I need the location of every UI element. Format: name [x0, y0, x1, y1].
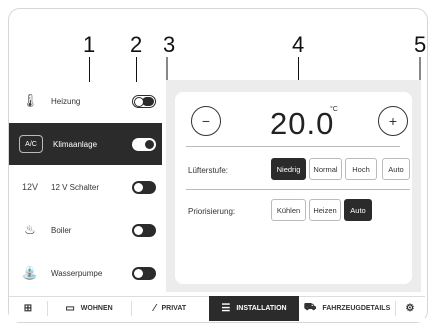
- priority-label: Priorisierung:: [188, 207, 236, 216]
- sidebar-item-label: 12 V Schalter: [51, 182, 100, 192]
- van-icon: ⛟: [303, 302, 317, 313]
- sidebar-item-label: Klimaanlage: [53, 139, 98, 149]
- boiler-toggle[interactable]: [132, 223, 156, 237]
- priority-option-heizen[interactable]: Heizen: [309, 199, 341, 221]
- faucet-icon: ⛲: [21, 265, 39, 280]
- sidebar-item-heizung[interactable]: 🌡 Heizung: [9, 80, 162, 122]
- nav-settings[interactable]: ⚙: [395, 296, 425, 321]
- thermometer-icon: 🌡: [21, 93, 39, 108]
- temperature-decrease-button[interactable]: −: [191, 106, 221, 136]
- callout-1: 1: [83, 32, 96, 57]
- sofa-icon: ▭: [65, 303, 75, 314]
- sidebar-item-label: Boiler: [51, 225, 72, 235]
- callout-4: 4: [292, 32, 305, 57]
- installation-icon: ☰: [221, 303, 231, 314]
- nav-wohnen[interactable]: ▭ WOHNEN: [47, 296, 131, 321]
- fan-option-auto[interactable]: Auto: [382, 158, 410, 180]
- nav-fahrzeugdetails[interactable]: ⛟ FAHRZEUGDETAILS: [299, 296, 395, 321]
- gear-icon: ⚙: [405, 303, 415, 314]
- fan-option-niedrig[interactable]: Niedrig: [271, 158, 306, 180]
- temperature-value: 20.0: [270, 106, 335, 141]
- sidebar-item-klimaanlage[interactable]: A/C Klimaanlage: [9, 123, 162, 165]
- callout-3: 3: [163, 32, 176, 57]
- 12v-schalter-toggle[interactable]: [132, 180, 156, 194]
- callout-2: 2: [130, 32, 143, 57]
- sidebar-item-12v-schalter[interactable]: 12V 12 V Schalter: [9, 166, 162, 208]
- fan-option-hoch[interactable]: Hoch: [345, 158, 377, 180]
- nav-label: INSTALLATION: [236, 305, 287, 312]
- flame-icon: ♨: [24, 222, 36, 237]
- heizung-toggle[interactable]: [132, 94, 156, 108]
- ac-icon: A/C: [19, 135, 43, 153]
- sidebar-item-label: Wasserpumpe: [51, 268, 103, 278]
- temperature-increase-button[interactable]: +: [378, 106, 408, 136]
- nav-privat[interactable]: ⁄ PRIVAT: [131, 296, 209, 321]
- priority-option-auto[interactable]: Auto: [344, 199, 372, 221]
- wasserpumpe-toggle[interactable]: [132, 266, 156, 280]
- sidebar-item-boiler[interactable]: ♨ Boiler: [9, 209, 162, 251]
- nav-home-grid[interactable]: ⊞: [9, 296, 47, 321]
- sidebar-item-label: Heizung: [51, 96, 81, 106]
- klimaanlage-toggle[interactable]: [132, 137, 156, 151]
- fan-speed-label: Lüfterstufe:: [188, 166, 229, 175]
- priority-option-kuehlen[interactable]: Kühlen: [271, 199, 306, 221]
- 12v-icon: 12V: [21, 182, 38, 192]
- temperature-unit: °C: [330, 106, 338, 113]
- nav-label: FAHRZEUGDETAILS: [322, 305, 391, 312]
- callout-5: 5: [414, 32, 427, 57]
- divider: [186, 146, 400, 147]
- divider: [186, 189, 410, 190]
- grid-icon: ⊞: [23, 303, 33, 314]
- slash-icon: ⁄: [153, 303, 156, 314]
- sidebar-item-wasserpumpe[interactable]: ⛲ Wasserpumpe: [9, 252, 162, 294]
- fan-option-normal[interactable]: Normal: [309, 158, 342, 180]
- nav-installation[interactable]: ☰ INSTALLATION: [209, 296, 299, 321]
- nav-label: PRIVAT: [161, 305, 187, 312]
- nav-label: WOHNEN: [80, 305, 113, 312]
